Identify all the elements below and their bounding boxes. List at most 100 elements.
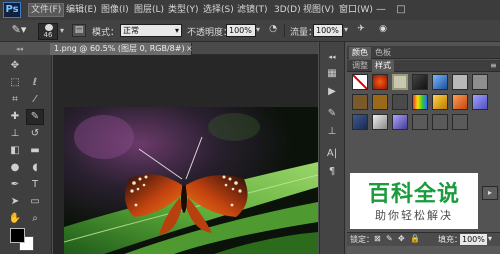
style-swatch[interactable] [412, 94, 428, 110]
blur-tool-icon[interactable]: ● [6, 160, 24, 176]
tab-adjustments[interactable]: 调整 [349, 60, 371, 72]
lock-brush-icon[interactable]: ✎ [386, 234, 393, 243]
brush-tool-icon[interactable]: ✎ [26, 109, 44, 125]
maximize-icon[interactable]: □ [394, 3, 408, 17]
style-swatch-none[interactable] [352, 74, 368, 90]
chevron-down-icon: ▾ [174, 26, 179, 35]
lasso-tool-icon[interactable]: ℓ [26, 75, 44, 91]
chevron-down-icon[interactable]: ▾ [60, 26, 64, 35]
panel-side-icon[interactable]: ▸ [482, 186, 498, 200]
clone-stamp-tool-icon[interactable]: ⊥ [6, 126, 24, 142]
menu-image[interactable]: 图像(I) [99, 3, 131, 17]
history-brush-tool-icon[interactable]: ↺ [26, 126, 44, 142]
path-selection-tool-icon[interactable]: ➤ [6, 194, 24, 210]
actions-panel-icon[interactable]: ▶ [323, 84, 341, 99]
menu-view[interactable]: 视图(V) [301, 3, 336, 17]
brush-panel-icon[interactable]: ▤ [72, 24, 86, 37]
style-swatch[interactable] [352, 94, 368, 110]
eyedropper-tool-icon[interactable]: ⁄ [26, 92, 44, 108]
style-swatch[interactable] [352, 114, 368, 130]
collapse-arrows-icon[interactable]: ◂◂ [16, 45, 23, 53]
chevron-down-icon[interactable]: ▾ [344, 25, 348, 34]
menu-3d[interactable]: 3D(D) [272, 3, 303, 17]
butterfly-image [64, 107, 318, 254]
menu-file[interactable]: 文件(F) [28, 3, 65, 17]
minimize-icon[interactable]: — [372, 3, 390, 17]
no-style-icon [352, 74, 368, 90]
watermark-subtitle: 助你轻松解决 [375, 209, 453, 222]
style-swatch[interactable] [372, 114, 388, 130]
style-swatch[interactable] [432, 114, 448, 130]
crop-tool-icon[interactable]: ⌗ [6, 92, 24, 108]
style-swatch[interactable] [372, 74, 388, 90]
photoshop-logo: Ps [3, 2, 21, 18]
airbrush-icon[interactable]: ✈ [354, 24, 368, 37]
lock-move-icon[interactable]: ✥ [398, 234, 405, 243]
style-swatch[interactable] [452, 114, 468, 130]
menu-filter[interactable]: 滤镜(T) [235, 3, 270, 17]
marquee-tool-icon[interactable]: ⬚ [6, 75, 24, 91]
clone-source-panel-icon[interactable]: ⊥ [323, 124, 341, 139]
mode-select[interactable]: 正常 ▾ [120, 24, 182, 37]
pen-tool-icon[interactable]: ✒ [6, 177, 24, 193]
divider [284, 24, 285, 37]
close-icon[interactable]: × [186, 43, 193, 55]
menu-type[interactable]: 类型(Y) [166, 3, 201, 17]
chevron-down-icon[interactable]: ▾ [488, 234, 492, 243]
style-swatch[interactable] [392, 74, 408, 90]
document-tab[interactable]: 1.png @ 60.5% (图层 0, RGB/8#) [50, 43, 192, 55]
dodge-tool-icon[interactable]: ◖ [26, 160, 44, 176]
flow-input[interactable]: 100% [313, 24, 343, 37]
style-swatch[interactable] [392, 94, 408, 110]
style-swatch[interactable] [372, 94, 388, 110]
brush-panel-icon[interactable]: ✎ [323, 106, 341, 121]
style-swatch[interactable] [472, 94, 488, 110]
style-swatch[interactable] [432, 74, 448, 90]
style-swatch[interactable] [452, 94, 468, 110]
paragraph-panel-icon[interactable]: ¶ [323, 164, 341, 179]
menu-layer[interactable]: 图层(L) [132, 3, 166, 17]
style-swatch[interactable] [412, 114, 428, 130]
mode-value: 正常 [123, 26, 139, 35]
menu-window[interactable]: 窗口(W) [337, 3, 375, 17]
style-swatch[interactable] [412, 74, 428, 90]
history-panel-icon[interactable]: ▦ [323, 66, 341, 81]
opacity-input[interactable]: 100% [226, 24, 256, 37]
pressure-opacity-icon[interactable]: ◔ [266, 24, 280, 37]
character-panel-icon[interactable]: A| [323, 146, 341, 161]
style-swatch[interactable] [452, 74, 468, 90]
move-tool-icon[interactable]: ✥ [6, 58, 24, 74]
gradient-tool-icon[interactable]: ▬ [26, 143, 44, 159]
mode-label: 模式： [92, 28, 120, 38]
panel-menu-icon[interactable]: ≡ [490, 61, 497, 70]
brush-size-value: 46 [43, 31, 53, 39]
brush-tip-icon [45, 24, 53, 31]
style-swatch[interactable] [472, 74, 488, 90]
zoom-tool-icon[interactable]: ⌕ [26, 211, 44, 227]
tab-styles[interactable]: 样式 [372, 60, 394, 72]
collapse-arrows-icon[interactable]: ◂◂ [323, 50, 341, 65]
pressure-size-icon[interactable]: ◉ [376, 24, 390, 37]
brush-preset-icon[interactable]: ✎▾ [8, 24, 30, 37]
menu-edit[interactable]: 编辑(E) [64, 3, 99, 17]
lock-all-icon[interactable]: 🔒 [410, 234, 420, 243]
fill-input[interactable]: 100% [460, 234, 487, 245]
style-swatch[interactable] [432, 94, 448, 110]
shape-tool-icon[interactable]: ▭ [26, 194, 44, 210]
chevron-down-icon[interactable]: ▾ [256, 25, 260, 34]
style-swatch[interactable] [392, 114, 408, 130]
lock-label: 锁定： [350, 235, 374, 244]
foreground-color-swatch[interactable] [10, 228, 25, 243]
tab-swatches[interactable]: 色板 [372, 47, 394, 59]
layers-list[interactable] [347, 246, 500, 254]
tab-color[interactable]: 颜色 [349, 47, 371, 59]
brush-size-picker[interactable]: 46 [38, 23, 58, 40]
fill-label: 填充： [438, 235, 462, 244]
healing-brush-tool-icon[interactable]: ✚ [6, 109, 24, 125]
hand-tool-icon[interactable]: ✋ [6, 211, 24, 227]
lock-transparent-icon[interactable]: ⊠ [374, 234, 381, 243]
type-tool-icon[interactable]: T [26, 177, 44, 193]
eraser-tool-icon[interactable]: ◧ [6, 143, 24, 159]
menu-select[interactable]: 选择(S) [201, 3, 236, 17]
butterfly-photo[interactable] [64, 107, 318, 254]
